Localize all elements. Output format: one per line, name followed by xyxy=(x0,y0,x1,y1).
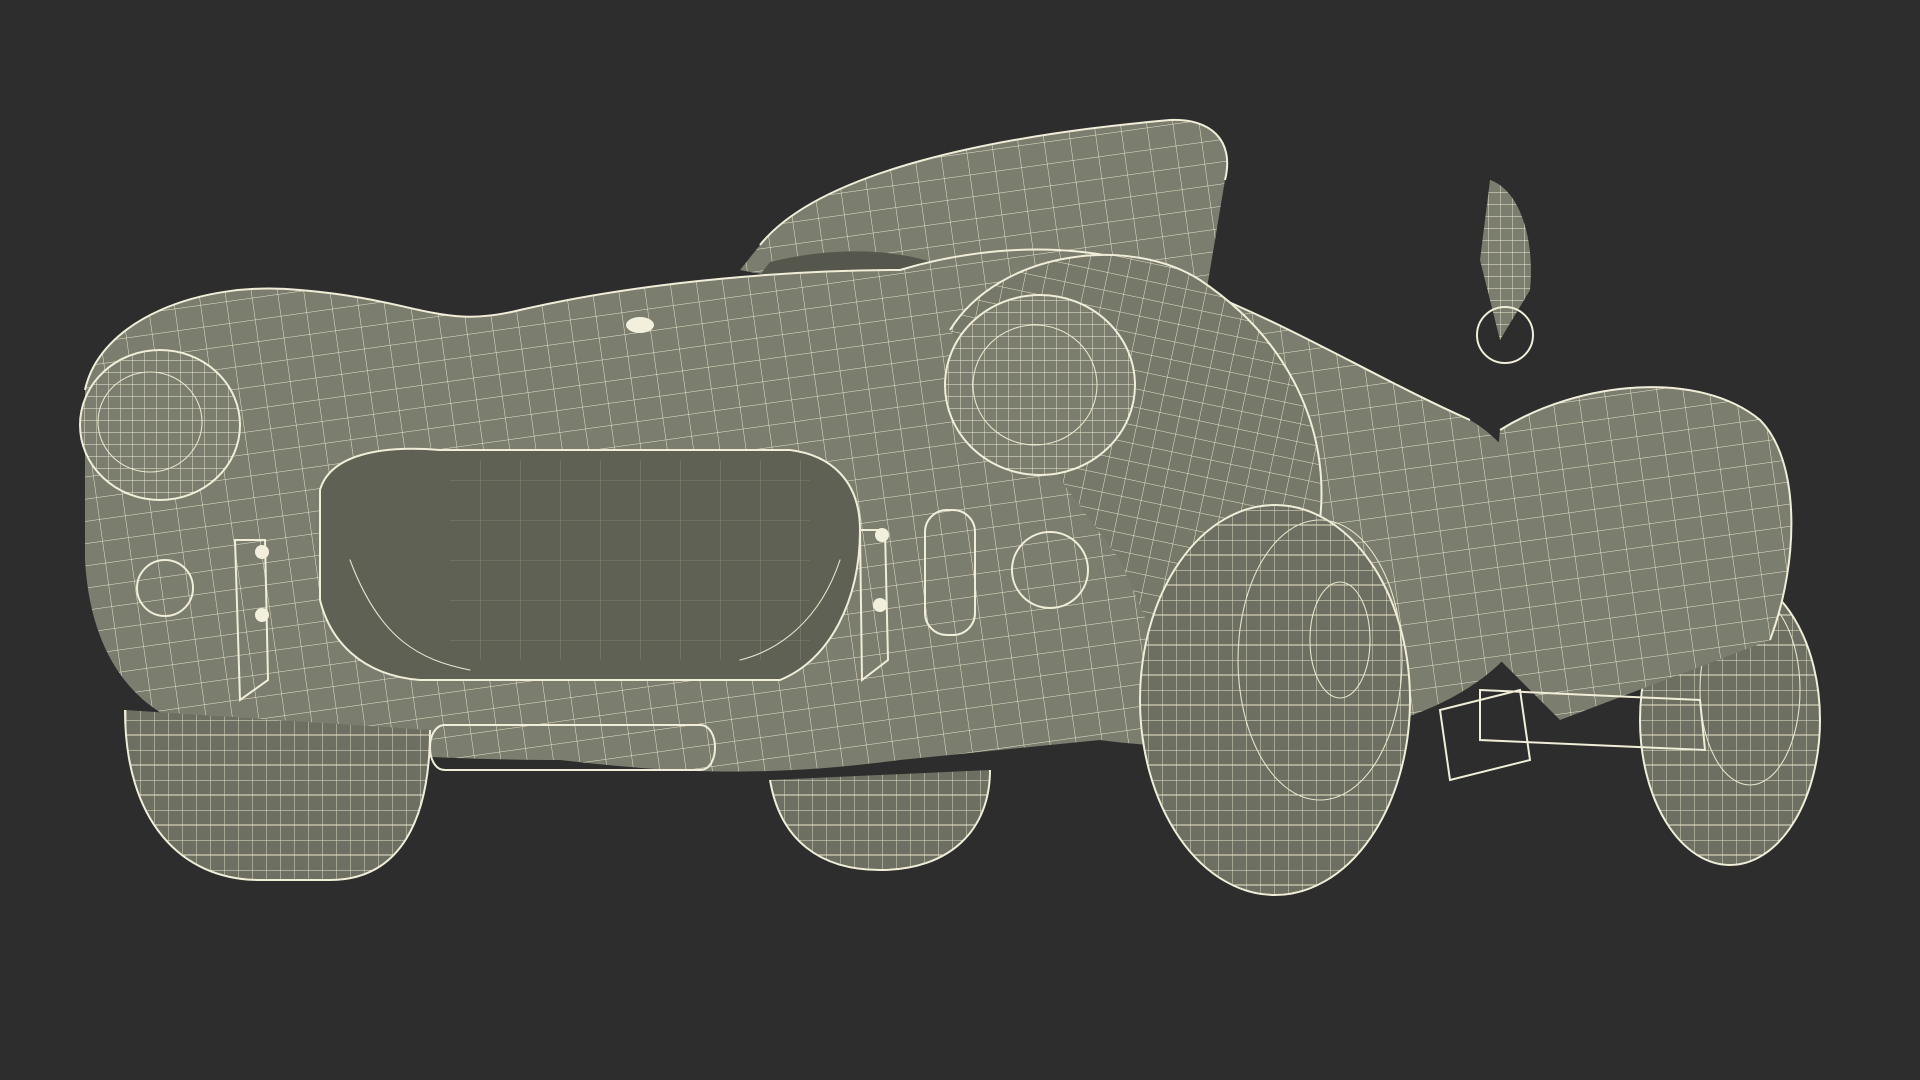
center-left-wheel-icon xyxy=(769,769,991,872)
side-mirror xyxy=(1476,180,1534,364)
left-headlight-icon xyxy=(79,349,241,501)
right-headlight-icon xyxy=(944,294,1136,476)
hood-emblem-icon xyxy=(626,317,654,333)
car-wireframe-render xyxy=(79,118,1821,896)
render-viewport xyxy=(0,0,1920,1080)
front-left-wheel-icon xyxy=(124,709,431,881)
grille-opening xyxy=(319,447,862,681)
front-right-wheel-icon xyxy=(1139,504,1411,896)
